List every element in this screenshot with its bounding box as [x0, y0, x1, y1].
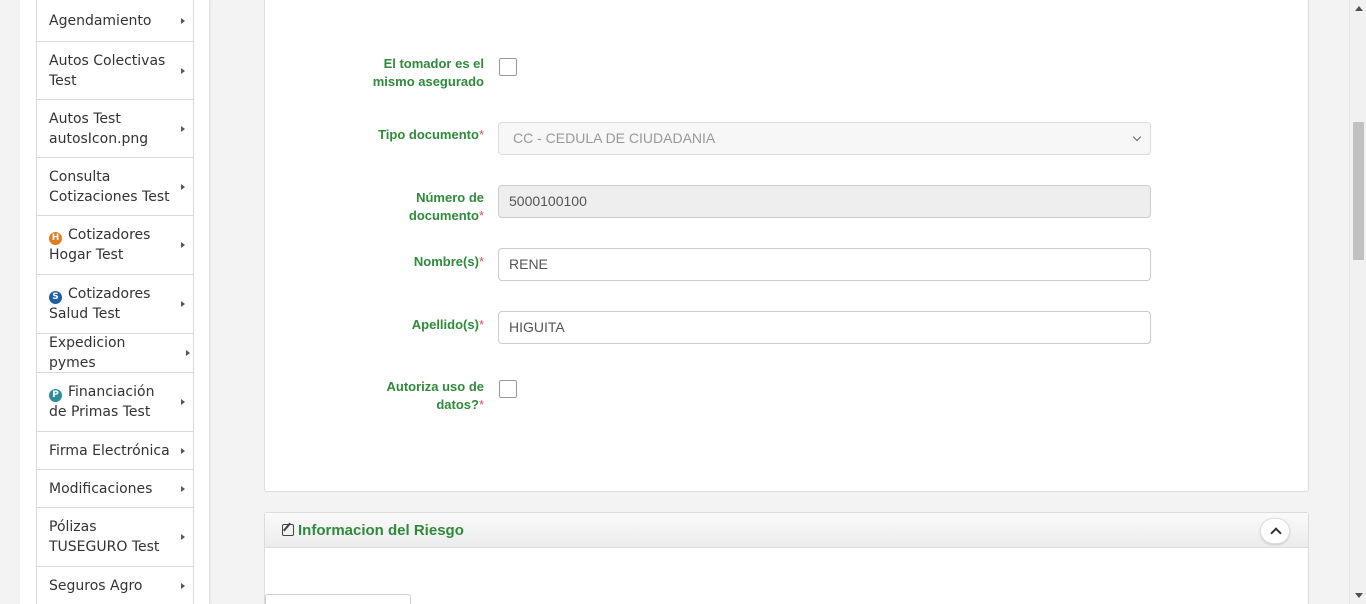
- sidebar-item-label: Modificaciones: [49, 480, 153, 497]
- sidebar-item-firma-electronica[interactable]: Firma Electrónica: [36, 432, 194, 470]
- riesgo-panel: Informacion del Riesgo: [264, 512, 1309, 604]
- sidebar-item-consulta-cotizaciones[interactable]: Consulta Cotizaciones Test: [36, 158, 194, 216]
- sidebar-item-content: S Cotizadores Salud Test: [49, 284, 175, 324]
- riesgo-tab[interactable]: [265, 594, 411, 604]
- autoriza-datos-label: Autoriza uso de datos?*: [344, 378, 484, 414]
- tomador-form-panel: El tomador es el mismo asegurado Tipo do…: [264, 0, 1309, 492]
- numero-documento-label: Número de documento*: [344, 189, 484, 225]
- sidebar-item-expedicion-pymes[interactable]: Expedicion pymes: [36, 334, 194, 373]
- tipo-documento-select[interactable]: CC - CEDULA DE CIUDADANIA: [498, 122, 1151, 155]
- sidebar-item-cotizadores-hogar[interactable]: H Cotizadores Hogar Test: [36, 216, 194, 275]
- caret-right-icon: [181, 534, 185, 540]
- sidebar-item-label: Consulta Cotizaciones Test: [49, 168, 170, 205]
- caret-right-icon: [181, 67, 185, 74]
- page-scrollbar[interactable]: [1349, 0, 1366, 604]
- autoriza-datos-checkbox[interactable]: [499, 380, 517, 398]
- required-mark: *: [478, 254, 484, 269]
- sidebar-item-cotizadores-salud[interactable]: S Cotizadores Salud Test: [36, 275, 194, 334]
- apellidos-input[interactable]: HIGUITA: [498, 311, 1151, 344]
- sidebar-item-label: Cotizadores Salud Test: [49, 286, 151, 322]
- riesgo-panel-header[interactable]: Informacion del Riesgo: [265, 513, 1308, 548]
- numero-documento-input[interactable]: 5000100100: [498, 185, 1151, 218]
- sidebar-item-financiacion-primas[interactable]: P Financiación de Primas Test: [36, 373, 194, 432]
- numero-documento-label-text: Número de documento: [408, 190, 484, 223]
- caret-right-icon: [181, 125, 185, 132]
- nombres-label-text: Nombre(s): [413, 254, 479, 269]
- sidebar-item-seguros-agro[interactable]: Seguros Agro: [36, 567, 194, 604]
- sidebar-item-label: Autos Test autosIcon.png: [49, 110, 149, 147]
- edit-icon: [282, 524, 294, 536]
- tipo-documento-value: CC - CEDULA DE CIUDADANIA: [513, 130, 716, 146]
- sidebar-item-modificaciones[interactable]: Modificaciones: [36, 470, 194, 508]
- nombres-label: Nombre(s)*: [344, 253, 484, 271]
- hogar-icon: H: [49, 232, 62, 245]
- sidebar-item-label: Financiación de Primas Test: [49, 384, 155, 420]
- required-mark: *: [478, 317, 484, 332]
- sidebar-item-autos-colectivas[interactable]: Autos Colectivas Test: [36, 42, 194, 100]
- collapse-button[interactable]: [1260, 518, 1290, 544]
- sidebar-item-label: Expedicion pymes: [49, 335, 126, 371]
- primas-icon: P: [49, 389, 62, 402]
- sidebar-item-label: Autos Colectivas Test: [49, 52, 166, 89]
- sidebar-item-label: Firma Electrónica: [49, 442, 170, 459]
- tipo-documento-label: Tipo documento*: [344, 126, 484, 144]
- salud-icon: S: [49, 291, 62, 304]
- caret-right-icon: [181, 399, 185, 405]
- caret-right-icon: [181, 583, 185, 589]
- caret-right-icon: [181, 485, 185, 492]
- sidebar-menu: Agendamiento Autos Colectivas Test Autos…: [36, 0, 194, 604]
- chevron-down-icon: [1132, 132, 1142, 142]
- caret-right-icon: [181, 17, 185, 24]
- caret-right-icon: [181, 242, 185, 248]
- tomador-label: El tomador es el mismo asegurado: [344, 55, 484, 91]
- caret-right-icon: [181, 447, 185, 454]
- autoriza-datos-label-text: Autoriza uso de datos?: [386, 379, 484, 412]
- riesgo-title-text: Informacion del Riesgo: [298, 522, 464, 539]
- caret-right-icon: [181, 183, 185, 190]
- required-mark: *: [478, 208, 484, 223]
- sidebar: Agendamiento Autos Colectivas Test Autos…: [20, 0, 210, 604]
- sidebar-item-autos-test[interactable]: Autos Test autosIcon.png: [36, 100, 194, 158]
- riesgo-panel-title: Informacion del Riesgo: [282, 522, 464, 539]
- sidebar-item-label: Pólizas TUSEGURO Test: [49, 519, 160, 555]
- sidebar-item-polizas-tuseguro[interactable]: Pólizas TUSEGURO Test: [36, 508, 194, 567]
- sidebar-item-label: Cotizadores Hogar Test: [49, 227, 151, 263]
- apellidos-label-text: Apellido(s): [411, 317, 479, 332]
- scroll-thumb[interactable]: [1353, 122, 1364, 260]
- sidebar-item-label: Agendamiento: [49, 12, 152, 29]
- required-mark: *: [478, 127, 484, 142]
- scroll-down-icon[interactable]: [1355, 593, 1363, 598]
- required-mark: *: [478, 397, 484, 412]
- caret-right-icon: [186, 350, 190, 356]
- scroll-up-icon[interactable]: [1355, 6, 1363, 11]
- tipo-documento-label-text: Tipo documento: [378, 127, 479, 142]
- sidebar-item-content: P Financiación de Primas Test: [49, 382, 175, 422]
- nombres-input[interactable]: RENE: [498, 248, 1151, 281]
- sidebar-item-label: Seguros Agro: [49, 578, 143, 594]
- caret-right-icon: [181, 301, 185, 307]
- apellidos-label: Apellido(s)*: [344, 316, 484, 334]
- sidebar-item-content: H Cotizadores Hogar Test: [49, 225, 175, 265]
- tomador-label-text: El tomador es el mismo asegurado: [372, 56, 484, 89]
- tomador-checkbox[interactable]: [499, 58, 517, 76]
- sidebar-item-agendamiento[interactable]: Agendamiento: [36, 0, 194, 42]
